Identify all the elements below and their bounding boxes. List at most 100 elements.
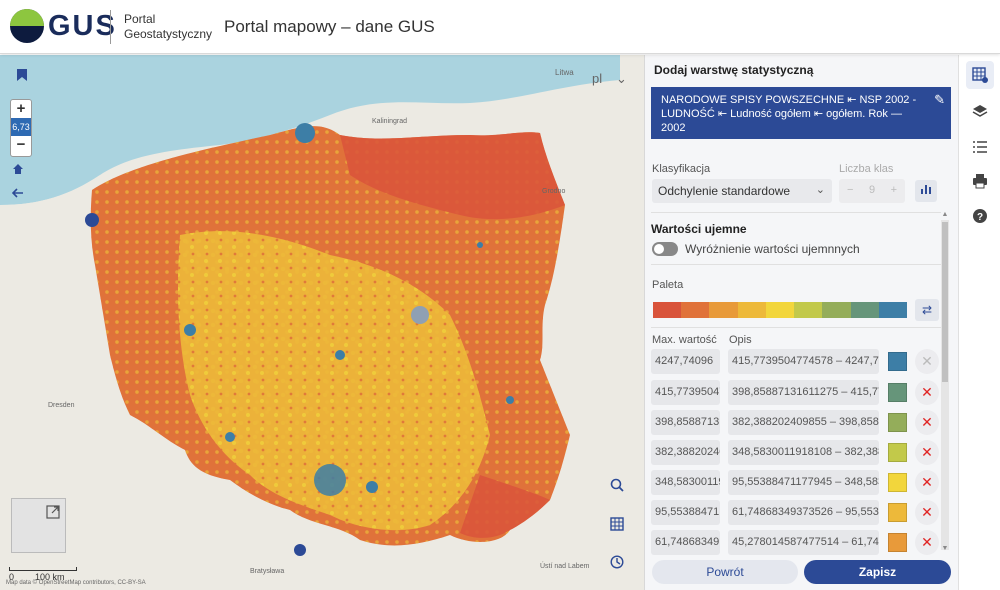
class-row: 61,74868349 45,278014587477514 – 61,7486…	[651, 530, 943, 556]
divider	[651, 264, 941, 265]
map-label-grodno: Grodno	[542, 188, 566, 195]
panel-scrollbar[interactable]	[941, 220, 949, 550]
class-desc-input[interactable]: 61,74868349373526 – 95,55388	[728, 500, 879, 525]
overview-map[interactable]	[11, 498, 66, 553]
delete-class-button[interactable]: ✕	[915, 530, 939, 555]
class-desc-input[interactable]: 415,7739504774578 – 4247,74096	[728, 349, 879, 374]
classification-label: Klasyfikacja	[652, 163, 711, 175]
plus-icon[interactable]: +	[891, 184, 897, 198]
class-max-input[interactable]: 348,58300119	[651, 470, 720, 495]
city-katowice[interactable]	[314, 464, 346, 496]
city-warszawa[interactable]	[411, 306, 429, 324]
class-count-label: Liczba klas	[839, 163, 894, 175]
class-max-input[interactable]: 4247,74096	[651, 349, 720, 374]
grid-icon[interactable]	[610, 517, 630, 537]
logo-text: GUS	[48, 10, 117, 42]
gus-logo[interactable]: GUS	[8, 7, 115, 47]
column-max-header: Max. wartość	[652, 334, 717, 346]
expand-icon[interactable]	[46, 505, 60, 519]
app-header: GUS Portal Geostatystyczny Portal mapowy…	[0, 0, 1000, 54]
search-icon[interactable]	[610, 478, 630, 498]
negative-values-toggle[interactable]	[652, 242, 678, 256]
language-value: pl	[592, 71, 603, 86]
palette-bar[interactable]	[653, 302, 907, 318]
list-icon[interactable]	[966, 133, 994, 161]
class-color-swatch[interactable]	[888, 503, 907, 522]
portal-name: Portal Geostatystyczny	[124, 12, 213, 41]
delete-class-button[interactable]: ✕	[915, 349, 939, 374]
delete-class-button[interactable]: ✕	[915, 500, 939, 525]
chevron-down-icon: ⌄	[616, 71, 627, 86]
class-color-swatch[interactable]	[888, 383, 907, 402]
class-max-input[interactable]: 398,85887131	[651, 410, 720, 435]
city-lodz[interactable]	[335, 350, 345, 360]
class-color-swatch[interactable]	[888, 352, 907, 371]
class-desc-input[interactable]: 398,85887131611275 – 415,77395	[728, 380, 879, 405]
scroll-up-icon[interactable]: ▲	[941, 211, 949, 218]
delete-class-button[interactable]: ✕	[915, 470, 939, 495]
chevron-down-icon: ⌄	[815, 184, 825, 196]
map-label-kaliningrad: Kaliningrad	[372, 118, 408, 125]
city-poznan[interactable]	[184, 324, 196, 336]
back-button[interactable]: Powrót	[652, 560, 798, 584]
save-button[interactable]: Zapisz	[804, 560, 951, 584]
class-row: 398,85887131 382,388202409855 – 398,8588…	[651, 410, 943, 436]
class-max-input[interactable]: 61,74868349	[651, 530, 720, 555]
delete-class-button[interactable]: ✕	[915, 380, 939, 405]
class-color-swatch[interactable]	[888, 443, 907, 462]
class-row: 95,55388471 61,74868349373526 – 95,55388…	[651, 500, 943, 526]
histogram-button[interactable]	[915, 180, 937, 202]
class-row: 348,58300119 95,55388471177945 – 348,583…	[651, 470, 943, 496]
class-max-input[interactable]: 95,55388471	[651, 500, 720, 525]
bar-chart-icon	[920, 182, 932, 200]
selected-layer[interactable]: NARODOWE SPISY POWSZECHNE ⇤ NSP 2002 - L…	[651, 87, 951, 139]
class-desc-input[interactable]: 382,388202409855 – 398,8588713	[728, 410, 879, 435]
home-icon[interactable]	[12, 163, 32, 183]
class-row: 382,38820240 348,5830011918108 – 382,388…	[651, 440, 943, 466]
class-max-input[interactable]: 382,38820240	[651, 440, 720, 465]
border-marker	[294, 544, 306, 556]
swap-arrows-icon: ⇄	[921, 303, 933, 317]
class-color-swatch[interactable]	[888, 413, 907, 432]
palette-label: Paleta	[652, 279, 684, 291]
help-icon[interactable]: ?	[966, 202, 994, 230]
class-color-swatch[interactable]	[888, 533, 907, 552]
city-lublin[interactable]	[506, 396, 514, 404]
pencil-icon[interactable]: ✎	[934, 93, 945, 107]
back-arrow-icon[interactable]	[12, 188, 32, 208]
class-desc-input[interactable]: 348,5830011918108 – 382,388202	[728, 440, 879, 465]
layers-icon[interactable]	[966, 97, 994, 125]
negative-values-toggle-label: Wyróżnienie wartości ujemnnych	[685, 242, 860, 256]
city-wroclaw[interactable]	[225, 432, 235, 442]
minus-icon[interactable]: −	[847, 184, 853, 198]
map-label-usti: Ústí nad Labem	[540, 563, 590, 570]
zoom-in-button[interactable]: +	[11, 100, 31, 118]
scroll-down-icon[interactable]: ▼	[941, 545, 949, 552]
clock-icon[interactable]	[610, 555, 630, 575]
city-szczecin[interactable]	[85, 213, 99, 227]
class-row: 4247,74096 415,7739504774578 – 4247,7409…	[651, 349, 943, 375]
city-bialystok[interactable]	[477, 242, 483, 248]
language-select[interactable]: pl ⌄	[586, 69, 636, 91]
class-max-input[interactable]: 415,77395047	[651, 380, 720, 405]
delete-class-button[interactable]: ✕	[915, 440, 939, 465]
reverse-palette-button[interactable]: ⇄	[915, 299, 939, 321]
zoom-out-button[interactable]: −	[11, 136, 31, 154]
class-desc-input[interactable]: 45,278014587477514 – 61,74868	[728, 530, 879, 555]
class-row: 415,77395047 398,85887131611275 – 415,77…	[651, 380, 943, 406]
class-color-swatch[interactable]	[888, 473, 907, 492]
class-count-stepper[interactable]: − 9 +	[839, 179, 905, 203]
delete-class-button[interactable]: ✕	[915, 410, 939, 435]
bookmark-icon[interactable]	[16, 68, 36, 88]
map-label-dresden: Dresden	[48, 402, 75, 409]
classification-select[interactable]: Odchylenie standardowe ⌄	[652, 179, 832, 203]
add-layer-icon[interactable]	[966, 61, 994, 89]
header-divider	[110, 10, 111, 44]
city-gdansk[interactable]	[295, 123, 315, 143]
map-view[interactable]: + 6,73 − pl ⌄ 0 100 km Map data © OpenSt…	[0, 55, 644, 590]
divider	[651, 212, 941, 213]
print-icon[interactable]	[966, 167, 994, 195]
class-desc-input[interactable]: 95,55388471177945 – 348,58300	[728, 470, 879, 495]
zoom-level: 6,73	[11, 118, 31, 136]
city-krakow[interactable]	[366, 481, 378, 493]
